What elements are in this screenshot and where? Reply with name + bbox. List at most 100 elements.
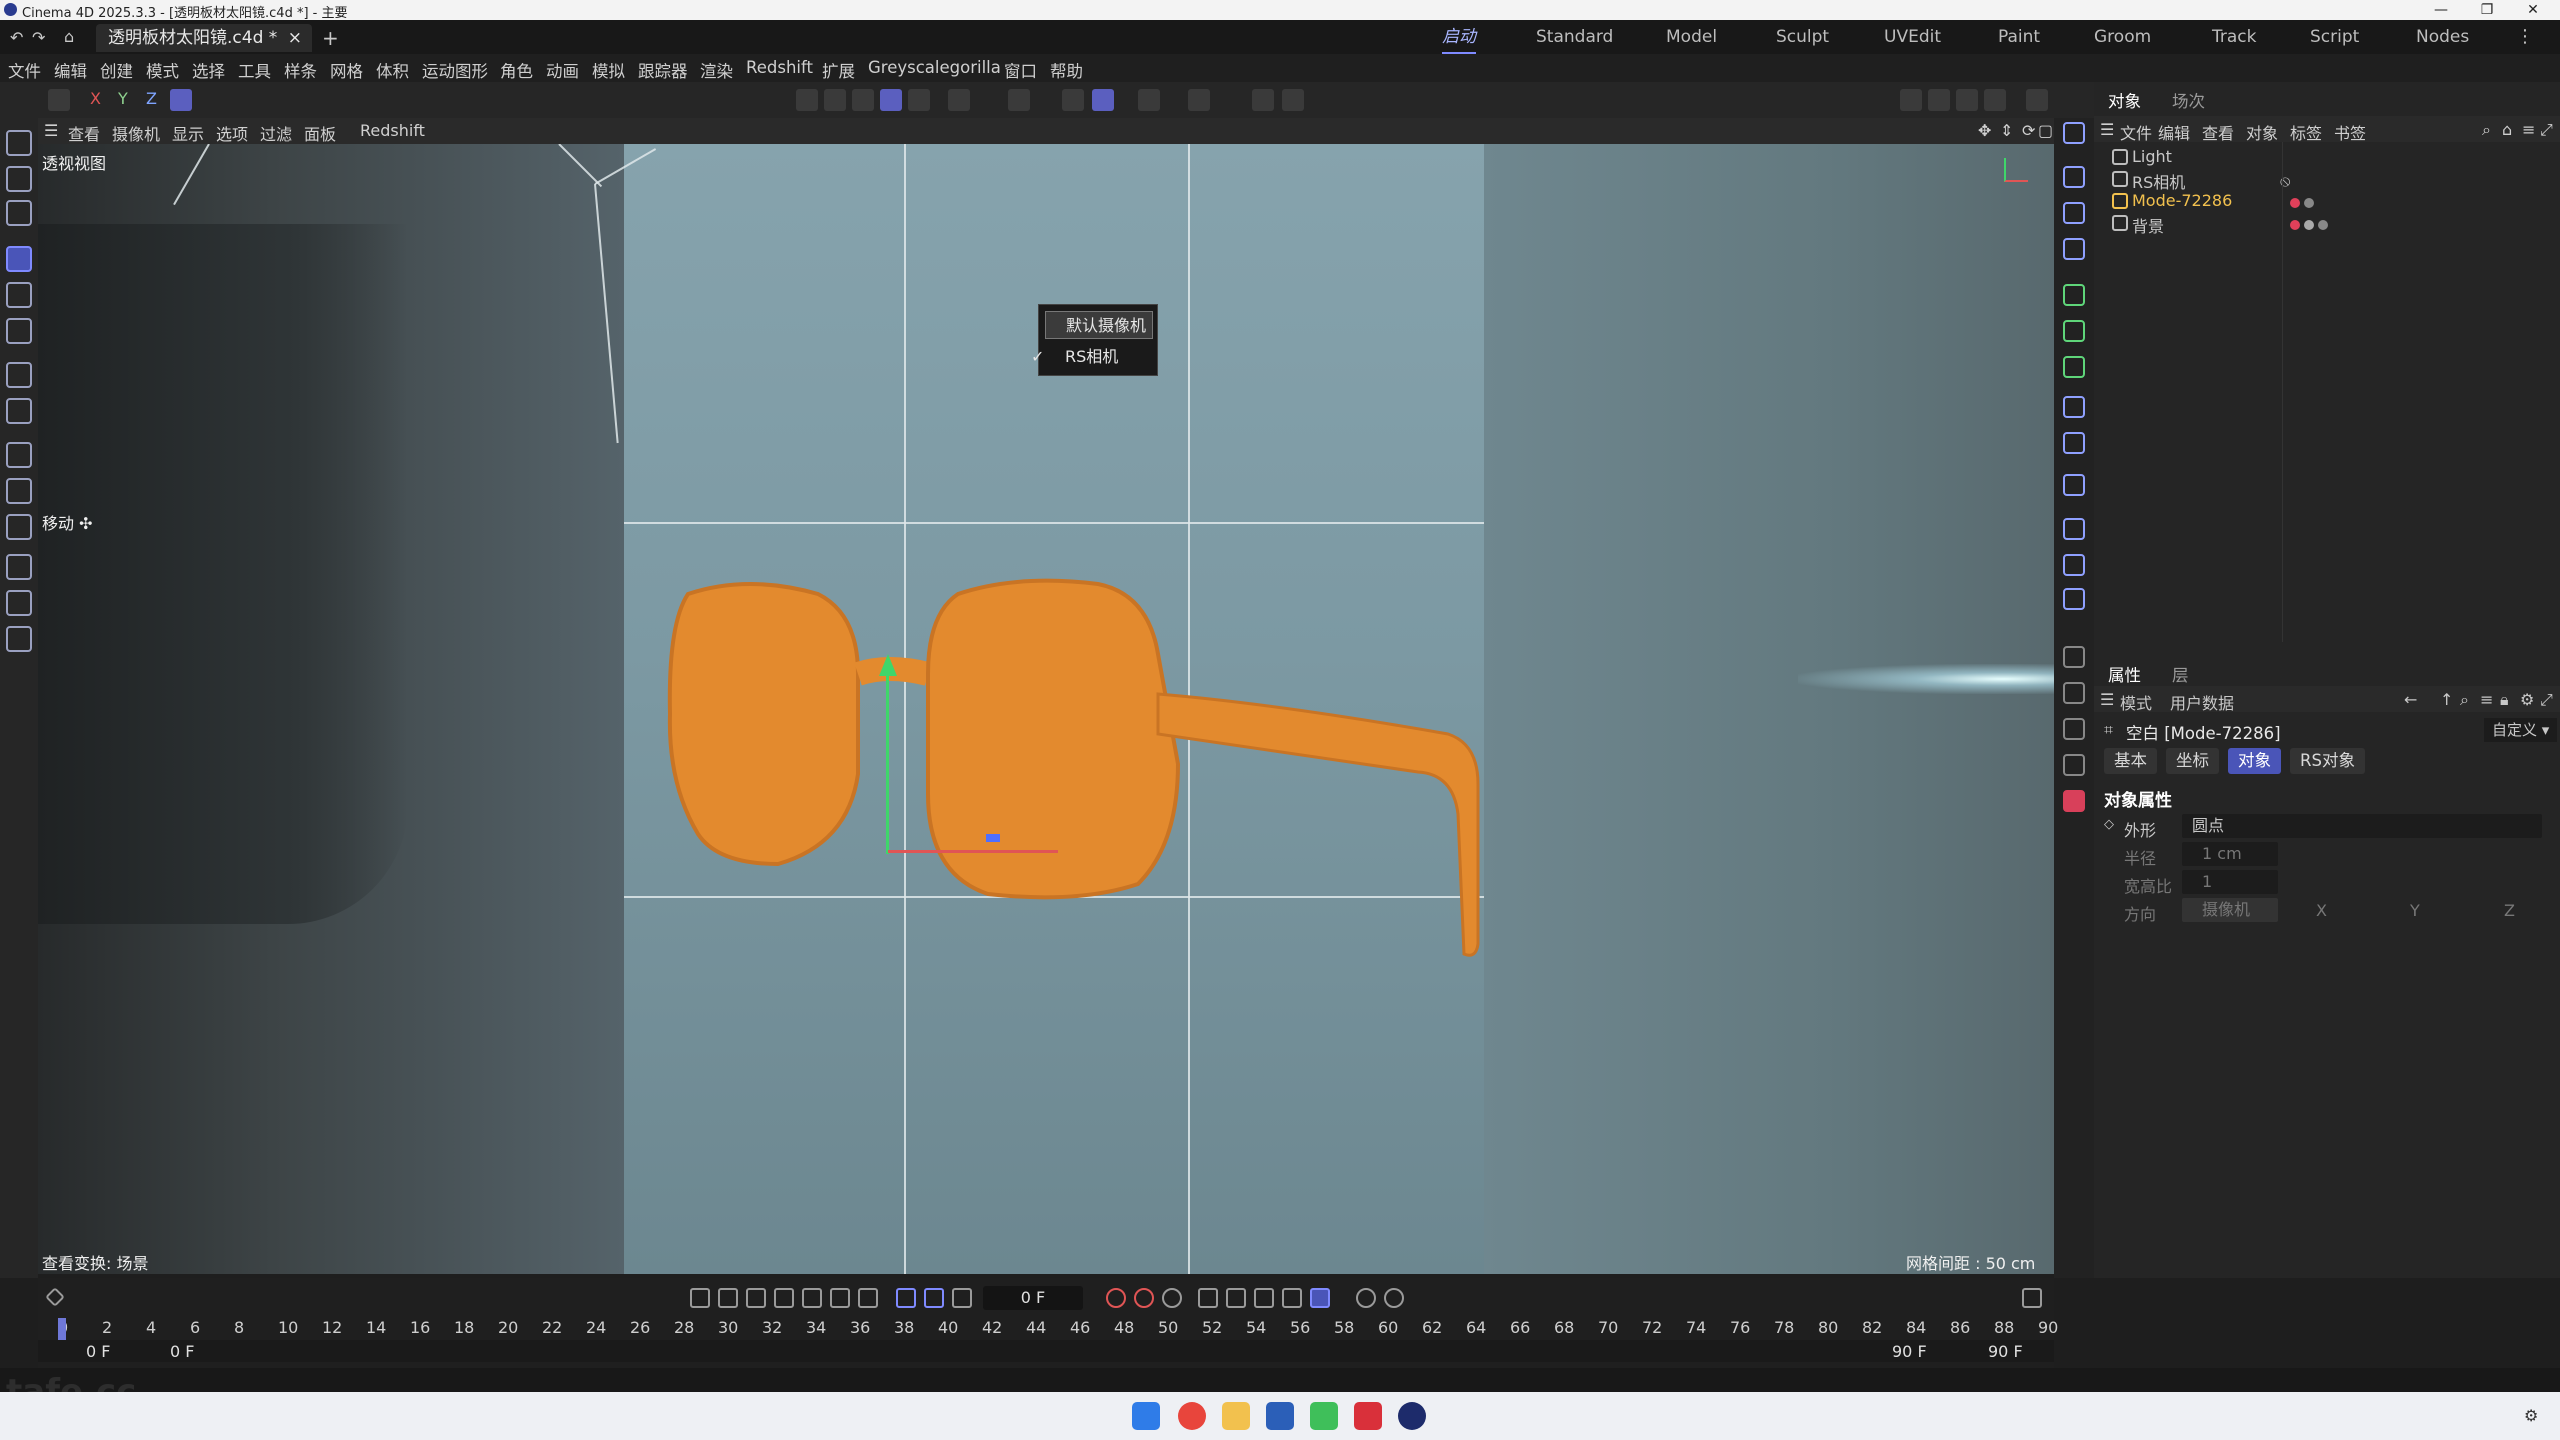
generator-icon[interactable]: [2063, 284, 2085, 306]
file-explorer-icon[interactable]: [1222, 1402, 1250, 1430]
picture-viewer-icon[interactable]: [1956, 89, 1978, 111]
layout-script[interactable]: Script: [2310, 20, 2359, 54]
om-menu-edit[interactable]: 编辑: [2158, 120, 2190, 144]
om-menu-icon[interactable]: ☰: [2100, 120, 2114, 139]
key-scale-icon[interactable]: [1254, 1288, 1274, 1308]
range-preview-start[interactable]: 0 F: [170, 1342, 194, 1361]
red-app-icon[interactable]: [1354, 1402, 1382, 1430]
attr-tab-rsobject[interactable]: RS对象: [2290, 748, 2365, 774]
sound-icon[interactable]: [952, 1288, 972, 1308]
symmetry-icon[interactable]: [1188, 89, 1210, 111]
viewport-menu-camera[interactable]: 摄像机: [112, 121, 160, 145]
om-home-icon[interactable]: ⌂: [2502, 120, 2512, 139]
play-icon[interactable]: [774, 1288, 794, 1308]
restore-icon[interactable]: ❐: [2464, 0, 2510, 20]
up-arrow-icon[interactable]: ↑: [2440, 690, 2453, 709]
menu-file[interactable]: 文件: [8, 58, 41, 82]
key-param-icon[interactable]: [1282, 1288, 1302, 1308]
windows-start-icon[interactable]: [1132, 1402, 1160, 1430]
cloner-icon[interactable]: [2063, 320, 2085, 342]
lock-icon[interactable]: [1252, 89, 1274, 111]
viewport-menu-view[interactable]: 查看: [68, 121, 100, 145]
sculpt-icon[interactable]: [6, 590, 32, 616]
points-mode-icon[interactable]: [796, 89, 818, 111]
keyframe-icon[interactable]: [45, 1287, 65, 1307]
play-render-icon[interactable]: [2063, 754, 2085, 776]
menu-tracker[interactable]: 跟踪器: [638, 58, 688, 82]
am-menu-userdata[interactable]: 用户数据: [2170, 690, 2234, 714]
om-expand-icon[interactable]: ⤢: [2540, 120, 2553, 140]
range-preview-end[interactable]: 90 F: [1892, 1342, 1927, 1361]
close-window-icon[interactable]: ✕: [2510, 0, 2556, 20]
text-icon[interactable]: [2063, 238, 2085, 260]
edges-mode-icon[interactable]: [824, 89, 846, 111]
film-icon[interactable]: [2063, 718, 2085, 740]
radius-input[interactable]: 1 cm: [2182, 842, 2278, 866]
layout-track[interactable]: Track: [2212, 20, 2256, 54]
aspect-input[interactable]: 1: [2182, 870, 2278, 894]
tray-icon[interactable]: ⚙: [2524, 1406, 2538, 1425]
home-icon[interactable]: ⌂: [64, 27, 74, 46]
om-search-icon[interactable]: ⌕: [2482, 120, 2491, 140]
menu-mograph[interactable]: 运动图形: [422, 58, 488, 82]
key-rotation-icon[interactable]: [1226, 1288, 1246, 1308]
tab-takes[interactable]: 场次: [2172, 88, 2205, 112]
menu-edit[interactable]: 编辑: [54, 58, 87, 82]
record-icon[interactable]: [1106, 1288, 1126, 1308]
viewport-pan-icon[interactable]: ✥: [1978, 121, 1991, 140]
move-tool-icon[interactable]: [6, 246, 32, 272]
scene-icon[interactable]: [2063, 518, 2085, 540]
range-end[interactable]: 90 F: [1988, 1342, 2023, 1361]
model-mode-icon[interactable]: [880, 89, 902, 111]
move-axis-z-handle[interactable]: [986, 834, 1000, 842]
word-icon[interactable]: [1266, 1402, 1294, 1430]
preset-dropdown[interactable]: 自定义 ▾: [2484, 718, 2558, 742]
key-position-icon[interactable]: [1198, 1288, 1218, 1308]
axis-mode-icon[interactable]: [948, 89, 970, 111]
layout-standard[interactable]: Standard: [1536, 20, 1613, 54]
am-menu-mode[interactable]: 模式: [2120, 690, 2152, 714]
viewport-maximize-icon[interactable]: ▢: [2038, 121, 2053, 140]
chrome-icon[interactable]: [1178, 1402, 1206, 1430]
current-frame-field[interactable]: 0 F: [983, 1286, 1083, 1310]
layout-sculpt[interactable]: Sculpt: [1776, 20, 1829, 54]
cinema4d-taskbar-icon[interactable]: [1398, 1402, 1426, 1430]
snap-tool-icon[interactable]: [6, 398, 32, 424]
layout-uvedit[interactable]: UVEdit: [1884, 20, 1941, 54]
menu-tools[interactable]: 工具: [238, 58, 271, 82]
menu-redshift[interactable]: Redshift: [746, 58, 813, 77]
back-arrow-icon[interactable]: ←: [2404, 690, 2417, 709]
snap-icon[interactable]: [1062, 89, 1084, 111]
deformer-icon[interactable]: [2063, 396, 2085, 418]
menu-render[interactable]: 渲染: [700, 58, 733, 82]
menu-volume[interactable]: 体积: [376, 58, 409, 82]
menu-mode[interactable]: 模式: [146, 58, 179, 82]
am-search-icon[interactable]: ⌕: [2460, 690, 2469, 710]
menu-simulate[interactable]: 模拟: [592, 58, 625, 82]
effector-icon[interactable]: [2063, 356, 2085, 378]
undo-icon[interactable]: ↶: [10, 28, 23, 47]
camera-option-default[interactable]: 默认摄像机: [1045, 311, 1153, 339]
menu-greyscalegorilla[interactable]: Greyscalegorilla: [868, 58, 1001, 77]
perspective-viewport[interactable]: 透视视图 移动 ✣ 查看变换: 场景 网格间距 : 50 cm 默认摄像机 ✓ R…: [38, 144, 2054, 1274]
move-axis-y-handle[interactable]: [879, 654, 897, 676]
prev-frame-icon[interactable]: [746, 1288, 766, 1308]
am-expand-icon[interactable]: ⤢: [2540, 690, 2553, 710]
om-menu-file[interactable]: 文件: [2120, 120, 2152, 144]
spline-sketch-icon[interactable]: [6, 478, 32, 504]
object-row-light[interactable]: Light: [2094, 146, 2560, 168]
layout-start[interactable]: 启动: [1442, 20, 1476, 54]
menu-character[interactable]: 角色: [500, 58, 533, 82]
redshift-icon[interactable]: [2063, 790, 2085, 812]
attr-tab-coord[interactable]: 坐标: [2166, 748, 2219, 774]
menu-mesh[interactable]: 网格: [330, 58, 363, 82]
axis-x-toggle[interactable]: X: [90, 89, 101, 108]
frame-range-bar[interactable]: 0 F 0 F 90 F 90 F: [38, 1340, 2054, 1362]
redo-icon[interactable]: ↷: [32, 28, 45, 47]
new-tab-icon[interactable]: +: [322, 26, 339, 50]
minimize-icon[interactable]: —: [2418, 0, 2464, 20]
render-view-icon[interactable]: [1900, 89, 1922, 111]
next-frame-icon[interactable]: [802, 1288, 822, 1308]
om-menu-view[interactable]: 查看: [2202, 120, 2234, 144]
render-region-icon[interactable]: [1928, 89, 1950, 111]
